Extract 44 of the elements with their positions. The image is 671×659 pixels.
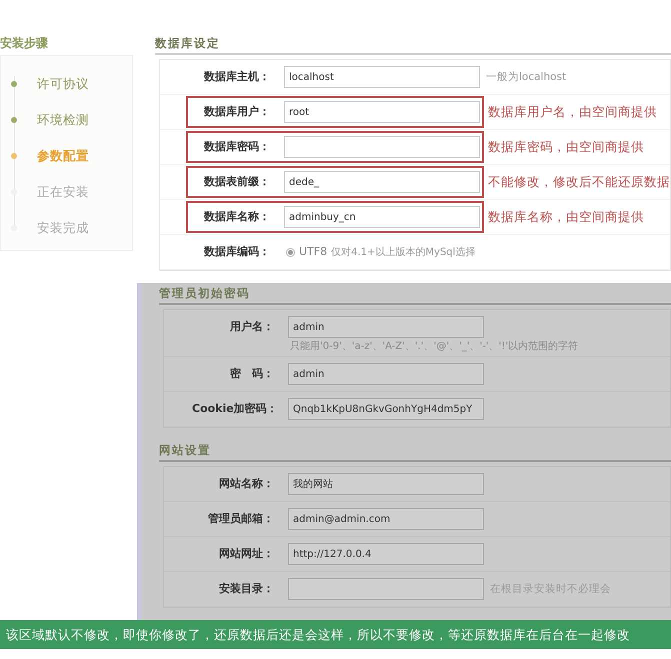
field-label: 数据库编码： <box>202 244 270 260</box>
option-note: 仅对4.1+以上版本的MySql选择 <box>331 246 476 260</box>
input-field[interactable]: admin <box>288 316 484 338</box>
step-label: 参数配置 <box>37 146 89 165</box>
field-label: Cookie加密码： <box>192 400 274 417</box>
field-label: 网站网址： <box>218 546 274 562</box>
input-field[interactable]: admin@admin.com <box>288 508 484 530</box>
field-hint: 数据库密码，由空间商提供 <box>488 138 644 156</box>
input-field[interactable]: dede_ <box>284 171 480 193</box>
section-title: 管理员初始密码 <box>159 284 250 302</box>
input-field[interactable]: root <box>284 101 480 123</box>
step-label: 许可协议 <box>37 74 89 93</box>
input-field[interactable] <box>284 136 480 158</box>
field-label: 用户名： <box>228 318 274 335</box>
field-label: 数据表前缀： <box>202 174 270 190</box>
field-label: 数据库密码： <box>202 138 270 155</box>
input-field[interactable]: 我的网站 <box>288 473 484 495</box>
field-label: 数据库名称： <box>202 208 270 225</box>
step-label: 安装完成 <box>37 218 89 237</box>
field-label: 数据库主机： <box>202 68 270 85</box>
field-label: 安装目录： <box>218 580 274 597</box>
notice-banner: 该区域默认不修改，即使你修改了，还原数据后还是会这样，所以不要修改，等还原数据库在后台在一起修改 <box>0 620 671 649</box>
field-label: 管理员邮箱： <box>207 510 274 527</box>
field-label: 数据库用户： <box>202 104 270 120</box>
field-label: 网站名称： <box>218 476 274 492</box>
input-field[interactable]: localhost <box>284 66 480 88</box>
input-field[interactable]: admin <box>288 363 484 385</box>
field-hint: 数据库名称，由空间商提供 <box>488 208 644 226</box>
radio-button[interactable] <box>286 248 295 256</box>
section-title: 网站设置 <box>159 442 211 459</box>
field-hint: 不能修改，修改后不能还原数据 <box>488 173 670 191</box>
field-label: 密 码： <box>229 366 274 382</box>
input-field[interactable]: adminbuy_cn <box>284 206 480 228</box>
section-title: 数据库设定 <box>155 34 220 52</box>
input-field[interactable]: Qnqb1kKpU8nGkvGonhYgH4dm5pY <box>288 398 484 420</box>
step-label: 环境检测 <box>37 110 89 129</box>
input-field[interactable]: http://127.0.0.4 <box>288 543 484 565</box>
field-hint: 一般为localhost <box>486 70 566 85</box>
input-field[interactable] <box>288 578 484 600</box>
sidebar-title: 安装步骤 <box>0 35 49 52</box>
option-label: UTF8 <box>299 244 328 260</box>
field-hint: 只能用'0-9'、'a-z'、'A-Z'、'.'、'@'、'_'、'-'、'!'以内范围的字符 <box>290 340 578 354</box>
field-hint: 数据库用户名，由空间商提供 <box>488 103 657 121</box>
step-label: 正在安装 <box>37 182 89 201</box>
